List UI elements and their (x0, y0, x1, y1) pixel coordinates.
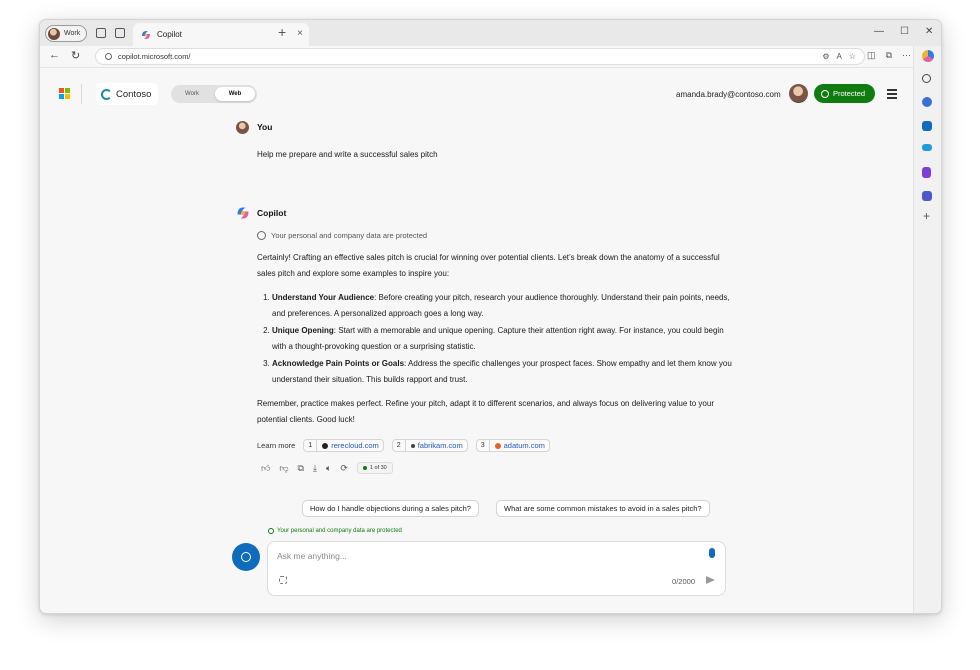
list-item: Understand Your Audience: Before creatin… (272, 290, 737, 323)
more-menu-icon[interactable]: ⋯ (902, 50, 911, 61)
shield-check-icon (257, 231, 266, 240)
share-icon[interactable]: ⟳ (340, 463, 348, 474)
split-screen-icon[interactable]: ◫ (867, 50, 876, 61)
edge-sidebar: + (913, 46, 941, 613)
learn-more-label: Learn more (257, 441, 296, 450)
new-tab-icon[interactable]: + (278, 24, 286, 40)
shield-icon (821, 89, 829, 98)
protection-notice: Your personal and company data are prote… (257, 231, 427, 240)
list-item: Unique Opening: Start with a memorable a… (272, 323, 737, 356)
outlook-icon[interactable] (922, 121, 932, 131)
profile-button[interactable]: Work (45, 25, 87, 42)
suggestion-chip-1[interactable]: How do I handle objections during a sale… (302, 500, 479, 517)
export-icon[interactable]: ⤓ (313, 463, 317, 474)
image-upload-icon[interactable] (279, 576, 287, 584)
copilot-logo-icon (142, 30, 150, 39)
maximize-icon[interactable]: ☐ (900, 26, 909, 37)
thumbs-up-icon[interactable]: 👍︎ (261, 463, 270, 474)
search-icon[interactable] (922, 74, 931, 83)
close-window-icon[interactable]: ✕ (925, 26, 933, 37)
send-icon[interactable] (706, 576, 715, 584)
protected-badge[interactable]: Protected (814, 84, 875, 103)
chat-input[interactable] (277, 549, 677, 563)
source-favicon-icon (322, 442, 329, 449)
user-message: Help me prepare and write a successful s… (257, 150, 438, 159)
minimize-icon[interactable]: — (874, 26, 884, 37)
profile-avatar (48, 27, 60, 40)
user-message-avatar (236, 121, 249, 134)
thumbs-down-icon[interactable]: 👎︎ (279, 463, 288, 474)
brand-name: Contoso (116, 88, 152, 100)
collections-icon[interactable]: ⧉ (886, 50, 892, 61)
site-info-icon[interactable] (105, 53, 112, 60)
tab-actions-icon[interactable] (115, 28, 125, 38)
m365-icon[interactable] (922, 97, 932, 107)
user-name: You (257, 122, 273, 132)
toggle-web[interactable]: Web (215, 87, 255, 101)
user-avatar[interactable] (789, 84, 808, 103)
list-item: Acknowledge Pain Points or Goals: Addres… (272, 356, 737, 389)
assistant-name: Copilot (257, 208, 287, 218)
designer-icon[interactable] (922, 167, 931, 178)
address-bar[interactable]: copilot.microsoft.com/ ⚙ A ☆ (95, 48, 865, 65)
composer-protection-notice: Your personal and company data are prote… (268, 528, 402, 534)
work-web-toggle[interactable]: Work Web (171, 85, 257, 103)
response-points: Understand Your Audience: Before creatin… (257, 290, 737, 389)
tab-title: Copilot (157, 30, 182, 39)
source-link-1[interactable]: 1 rerecloud.com (303, 439, 384, 452)
url-text: copilot.microsoft.com/ (118, 52, 191, 61)
microphone-icon[interactable] (709, 548, 715, 558)
extension-icon[interactable]: ⚙ (822, 52, 829, 61)
title-bar: Work Copilot × + — ☐ ✕ (40, 20, 941, 46)
copilot-sidebar-icon[interactable] (922, 50, 934, 62)
back-icon[interactable]: ← (49, 49, 60, 61)
shopping-icon[interactable] (922, 144, 932, 151)
teams-icon[interactable] (922, 191, 932, 201)
chat-composer: 0/2000 (267, 541, 726, 596)
status-dot-icon (362, 466, 367, 470)
new-chat-button[interactable] (232, 543, 260, 571)
favorite-star-icon[interactable]: ☆ (849, 52, 856, 61)
contoso-brand[interactable]: Contoso (96, 83, 158, 105)
new-chat-icon (241, 552, 251, 562)
source-link-2[interactable]: 2 fabrikam.com (391, 439, 468, 452)
source-favicon-icon (494, 442, 501, 449)
workspaces-icon[interactable] (96, 28, 106, 38)
protected-label: Protected (833, 89, 866, 98)
copy-icon[interactable]: ⧉ (298, 463, 304, 474)
copilot-avatar-icon (237, 207, 249, 219)
response-counter[interactable]: 1 of 30 (356, 462, 393, 474)
hamburger-menu-icon[interactable] (887, 89, 897, 101)
response-closing: Remember, practice makes perfect. Refine… (257, 399, 714, 425)
microsoft-logo (59, 88, 70, 99)
refresh-icon[interactable]: ↻ (71, 49, 80, 62)
suggestion-chip-2[interactable]: What are some common mistakes to avoid i… (496, 500, 710, 517)
source-link-3[interactable]: 3 adatum.com (475, 439, 550, 452)
add-app-icon[interactable]: + (923, 209, 930, 223)
toggle-work[interactable]: Work (171, 85, 213, 103)
source-favicon-icon (410, 443, 415, 448)
shield-check-icon (268, 528, 274, 534)
profile-label: Work (64, 30, 81, 37)
close-tab-icon[interactable]: × (297, 28, 303, 39)
protection-notice-text: Your personal and company data are prote… (271, 231, 428, 240)
character-count: 0/2000 (672, 577, 695, 586)
response-intro: Certainly! Crafting an effective sales p… (257, 253, 720, 279)
user-email: amanda.brady@contoso.com (676, 90, 781, 99)
read-aloud-icon[interactable]: 🔈︎ (326, 463, 331, 474)
browser-window: Work Copilot × + — ☐ ✕ ← ↻ copilot.micro… (39, 19, 942, 614)
header-divider (81, 84, 82, 104)
response-actions: 👍︎ 👎︎ ⧉ ⤓ 🔈︎ ⟳ 1 of 30 (261, 462, 393, 474)
contoso-logo-icon (101, 88, 112, 100)
read-aloud-icon[interactable]: A (836, 52, 841, 61)
learn-more: Learn more 1 rerecloud.com 2 fabrikam.co… (257, 439, 550, 452)
address-row: ← ↻ copilot.microsoft.com/ ⚙ A ☆ ◫ ⧉ ⋯ (40, 46, 941, 68)
